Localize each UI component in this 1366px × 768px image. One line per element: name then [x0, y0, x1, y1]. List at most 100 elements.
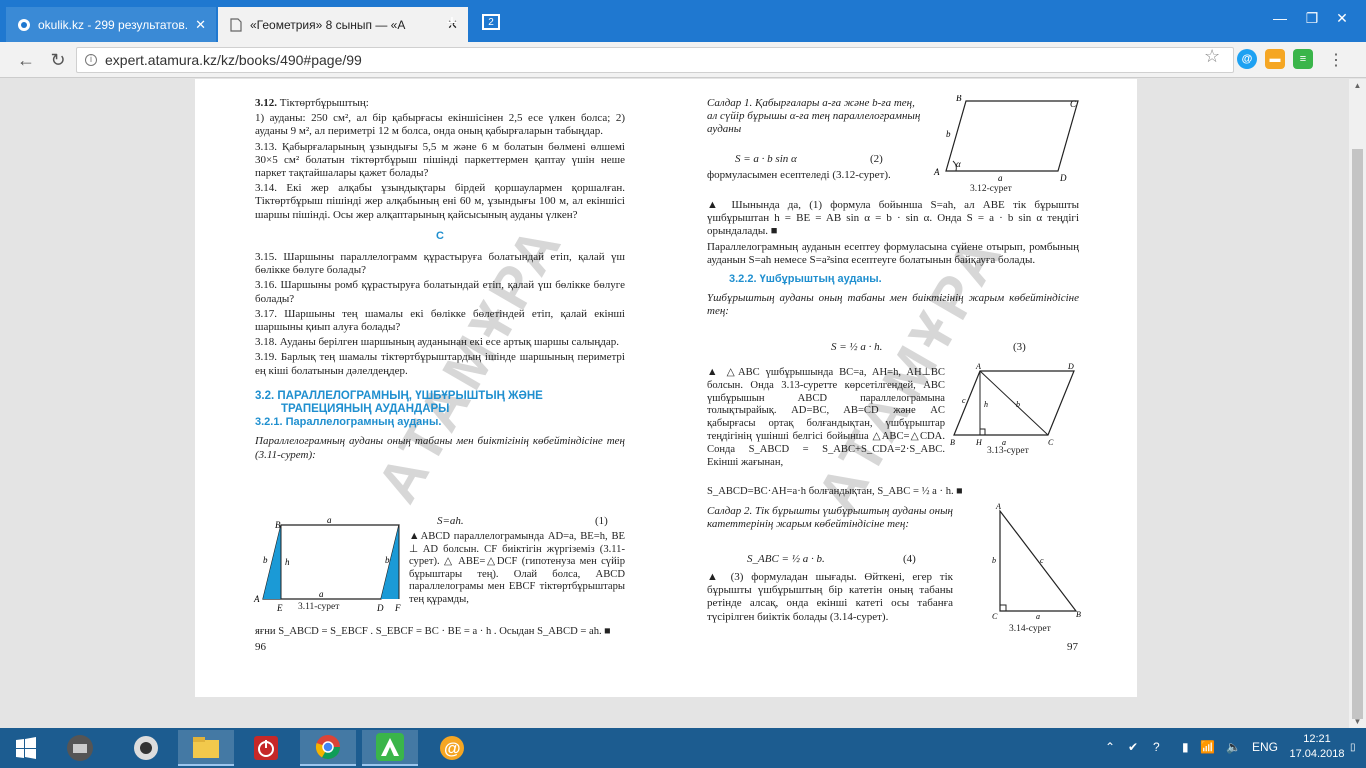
- new-tab-button[interactable]: +: [440, 12, 464, 35]
- circle-app-icon: [134, 736, 158, 760]
- formula-2: S = a · b sin α: [735, 153, 797, 165]
- reload-button[interactable]: ↻: [46, 50, 70, 71]
- tab-close-icon[interactable]: ✕: [195, 17, 206, 33]
- theorem-text: Параллелограмның ауданы оның табаны мен …: [255, 435, 625, 461]
- figure-3-12-caption: 3.12-сурет: [970, 184, 1012, 194]
- svg-text:b: b: [946, 129, 951, 139]
- section-heading-322: 3.2.2. Үшбұрыштың ауданы.: [729, 273, 882, 286]
- clock-date: 17.04.2018: [1289, 748, 1345, 760]
- taskbar-file-explorer[interactable]: [178, 730, 234, 766]
- figure-3-13: A D B H C h c b a: [950, 362, 1075, 447]
- tray-help-icon[interactable]: ?: [1153, 740, 1160, 754]
- restore-button[interactable]: ❐: [1300, 10, 1324, 27]
- problem-text: Тіктөртбұрыштың:: [279, 97, 369, 109]
- svg-text:b: b: [1016, 400, 1020, 409]
- book-spread: АТАМҰРА АТАМҰРА 3.12. Тіктөртбұрыштың: 1…: [195, 79, 1137, 697]
- figure-3-13-caption: 3.13-сурет: [987, 446, 1029, 456]
- problem-number: 3.12.: [255, 97, 277, 109]
- page-viewport: АТАМҰРА АТАМҰРА 3.12. Тіктөртбұрыштың: 1…: [0, 79, 1349, 728]
- power-icon: [254, 736, 278, 760]
- tray-clock[interactable]: 12:21 17.04.2018: [1285, 732, 1349, 762]
- taskbar-power-app[interactable]: [238, 730, 294, 766]
- taskbar-app-2[interactable]: [118, 730, 174, 766]
- figure-3-11-caption: 3.11-сурет: [298, 602, 340, 612]
- atamura-app-icon: [376, 733, 404, 761]
- formula-3-number: (3): [1013, 341, 1026, 353]
- document-favicon-icon: [228, 17, 244, 33]
- list-extension-icon[interactable]: ≡: [1293, 49, 1313, 69]
- close-window-button[interactable]: ✕: [1330, 10, 1354, 27]
- tray-volume-icon[interactable]: 🔈: [1226, 740, 1241, 754]
- svg-text:h: h: [285, 557, 290, 567]
- scroll-down-icon[interactable]: ▼: [1349, 717, 1366, 726]
- tab-label: «Геометрия» 8 сынып — «А: [250, 17, 406, 32]
- problem-text: 1) ауданы: 250 см², ал бір қабырғасы екі…: [255, 112, 625, 138]
- taskbar-atamura[interactable]: [362, 730, 418, 766]
- svg-text:D: D: [376, 603, 384, 613]
- url-bar[interactable]: i expert.atamura.kz/kz/books/490#page/99: [76, 47, 1234, 73]
- corollary-1: Салдар 1. Қабырғалары a-ға және b-ға тең…: [707, 97, 921, 135]
- svg-text:a: a: [998, 173, 1003, 183]
- back-button[interactable]: ←: [14, 50, 38, 71]
- vertical-scrollbar[interactable]: ▲ ▼: [1349, 79, 1366, 728]
- formula-4-number: (4): [903, 553, 916, 565]
- menu-dots-icon[interactable]: ⋮: [1324, 50, 1348, 70]
- paragraph-rhombus: Параллелограмның ауданын есептеу формула…: [707, 240, 1079, 266]
- taskbar-chrome[interactable]: [300, 730, 356, 766]
- svg-text:a: a: [327, 517, 332, 525]
- tab-count-button[interactable]: 2: [482, 14, 500, 30]
- problem-313: 3.13. Қабырғаларының ұзындығы 5,5 м және…: [255, 140, 625, 180]
- tray-battery-icon[interactable]: ▮: [1182, 740, 1189, 754]
- info-icon[interactable]: i: [85, 54, 97, 66]
- tray-notifications-icon[interactable]: ▯: [1350, 742, 1356, 753]
- formula-1: S=ah.: [437, 515, 464, 527]
- minimize-button[interactable]: —: [1268, 10, 1292, 26]
- tray-up-arrow-icon[interactable]: ⌃: [1105, 740, 1115, 754]
- url-text: expert.atamura.kz/kz/books/490#page/99: [105, 52, 362, 68]
- left-page: 3.12. Тіктөртбұрыштың: 1) ауданы: 250 см…: [255, 97, 625, 464]
- scrollbar-thumb[interactable]: [1352, 149, 1363, 719]
- proof-2: ▲ △ABC үшбұрышында BC=a, AH=h, AH⊥BC бол…: [707, 367, 945, 468]
- tab-geometry-book[interactable]: «Геометрия» 8 сынып — «А ✕: [218, 7, 468, 42]
- taskbar-doc-app[interactable]: [52, 730, 108, 766]
- svg-text:D: D: [1067, 362, 1074, 371]
- at-sign-icon: @: [440, 736, 464, 760]
- mail-extension-icon[interactable]: @: [1237, 49, 1257, 69]
- svg-text:C: C: [1070, 99, 1077, 109]
- proof-2-end: S_ABCD=BC·AH=a·h болғандықтан, S_ABC = ½…: [707, 486, 963, 497]
- tray-security-icon[interactable]: ✔: [1128, 740, 1138, 754]
- taskbar-mail-app[interactable]: @: [424, 730, 480, 766]
- svg-text:b: b: [385, 555, 390, 565]
- bookmark-star-icon[interactable]: ☆: [1204, 46, 1220, 67]
- windows-taskbar: @ ⌃ ✔ ? ▮ 📶 🔈 ENG 12:21 17.04.2018 ▯: [0, 728, 1366, 768]
- svg-text:D: D: [1059, 173, 1067, 183]
- tray-language[interactable]: ENG: [1252, 740, 1278, 754]
- formula-1-number: (1): [595, 515, 608, 527]
- svg-text:B: B: [1076, 610, 1081, 619]
- tray-signal-icon[interactable]: 📶: [1200, 740, 1215, 754]
- corollary-2: Салдар 2. Тік бұрышты үшбұрыштың ауданы …: [707, 505, 954, 531]
- svg-text:H: H: [975, 438, 983, 447]
- svg-text:C: C: [1048, 438, 1054, 447]
- figure-3-14-caption: 3.14-сурет: [1009, 624, 1051, 634]
- problem-314: 3.14. Екі жер алқабы ұзындықтары бірдей …: [255, 182, 625, 221]
- section-heading-32: 3.2. ПАРАЛЛЕЛОГРАМНЫҢ, ҮШБҰРЫШТЫҢ ЖӘНЕ: [255, 389, 543, 402]
- svg-text:A: A: [253, 594, 260, 604]
- svg-text:@: @: [444, 739, 461, 758]
- chat-extension-icon[interactable]: ▬: [1265, 49, 1285, 69]
- start-button[interactable]: [0, 730, 52, 766]
- formula-4: S_ABC = ½ a · b.: [747, 553, 825, 565]
- scroll-up-icon[interactable]: ▲: [1349, 81, 1366, 90]
- svg-text:B: B: [275, 520, 281, 530]
- svg-text:h: h: [984, 400, 988, 409]
- tab-label: okulik.kz - 299 результатов. По: [38, 17, 189, 32]
- tab-okulik[interactable]: okulik.kz - 299 результатов. По ✕: [6, 7, 216, 42]
- proof-end: яғни S_ABCD = S_EBCF . S_EBCF = BC · BE …: [255, 626, 611, 637]
- address-toolbar: ← ↻ i expert.atamura.kz/kz/books/490#pag…: [0, 42, 1366, 78]
- svg-text:A: A: [995, 503, 1001, 511]
- windows-logo-icon: [16, 737, 36, 759]
- section-heading-321: 3.2.1. Параллелограмның ауданы.: [255, 416, 442, 429]
- svg-text:B: B: [950, 438, 955, 447]
- svg-text:c: c: [1040, 556, 1044, 565]
- figure-3-12: B C A D b α a: [933, 95, 1079, 183]
